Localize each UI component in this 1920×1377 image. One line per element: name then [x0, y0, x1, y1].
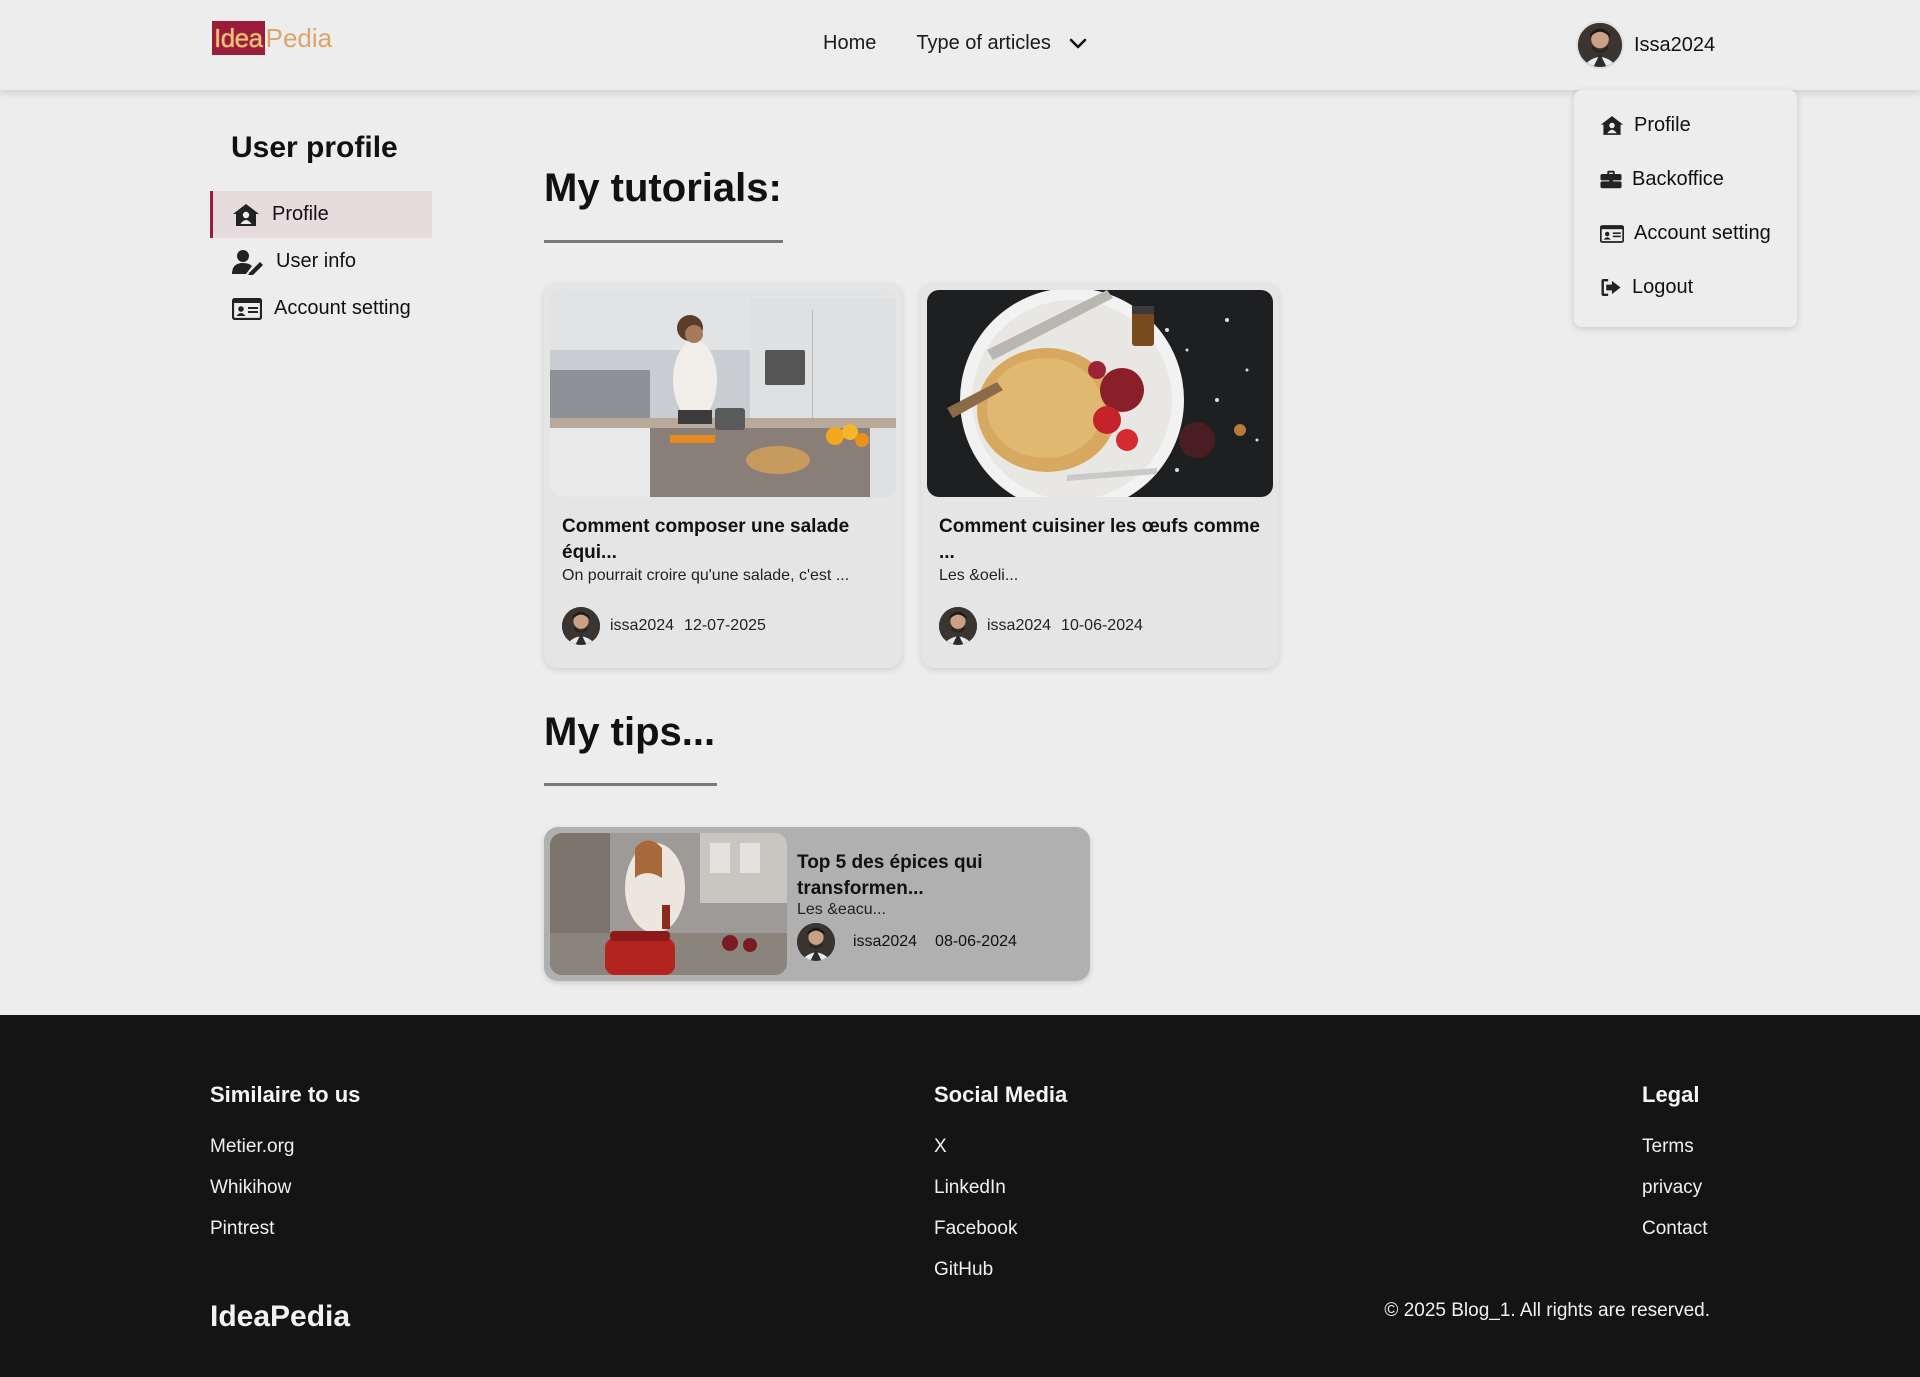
home-user-icon — [1600, 115, 1624, 136]
dropdown-item-logout[interactable]: Logout — [1600, 276, 1693, 299]
footer-link-github[interactable]: GitHub — [934, 1259, 993, 1281]
footer-legal-heading: Legal — [1642, 1082, 1700, 1107]
tip-title[interactable]: Top 5 des épices qui transformen... — [797, 850, 1057, 902]
author-name: issa2024 — [853, 933, 918, 950]
tutorial-meta: issa2024 10-06-2024 — [939, 607, 1143, 645]
user-menu-toggle[interactable]: Issa2024 — [1576, 21, 1715, 69]
tutorials-heading: My tutorials: — [544, 166, 782, 210]
sidebar-item-profile[interactable]: Profile — [210, 191, 432, 238]
nav-articles-link[interactable]: Type of articles — [916, 32, 1051, 55]
publish-date: 08-06-2024 — [935, 933, 1017, 950]
sidebar-item-label: User info — [276, 250, 357, 272]
user-avatar[interactable] — [1576, 21, 1624, 69]
site-footer: Similaire to us Metier.org Whikihow Pint… — [0, 1015, 1920, 1377]
sidebar-item-user-info[interactable]: User info — [210, 238, 432, 285]
tutorial-excerpt: On pourrait croire qu'une salade, c'est … — [562, 567, 850, 584]
dropdown-item-backoffice[interactable]: Backoffice — [1600, 168, 1724, 191]
dropdown-item-account-setting[interactable]: Account setting — [1600, 222, 1771, 245]
tutorial-title[interactable]: Comment cuisiner les œufs comme ... — [939, 514, 1269, 566]
footer-link-contact[interactable]: Contact — [1642, 1218, 1707, 1240]
footer-link-metier[interactable]: Metier.org — [210, 1136, 294, 1158]
tip-meta: issa2024 08-06-2024 — [797, 923, 1017, 961]
sidebar-title: User profile — [231, 131, 398, 164]
sidebar-item-label: Profile — [272, 203, 329, 225]
id-card-icon — [232, 298, 262, 320]
navbar: Idea Pedia Home Type of articles Issa202… — [0, 0, 1920, 90]
dropdown-item-label: Backoffice — [1632, 168, 1724, 190]
tutorial-card[interactable]: Comment composer une salade équi... On p… — [544, 283, 902, 668]
tip-image-spices[interactable] — [550, 833, 787, 975]
home-user-icon — [232, 203, 260, 227]
publish-date: 12-07-2025 — [684, 617, 766, 634]
footer-link-whikihow[interactable]: Whikihow — [210, 1177, 291, 1199]
footer-link-privacy[interactable]: privacy — [1642, 1177, 1702, 1199]
footer-link-x[interactable]: X — [934, 1136, 947, 1158]
main-nav: Home Type of articles — [823, 32, 1087, 55]
footer-similar-heading: Similaire to us — [210, 1082, 361, 1107]
tutorial-image-kitchen[interactable] — [550, 290, 896, 497]
tutorial-image-pancakes[interactable] — [927, 290, 1273, 497]
footer-brand: IdeaPedia — [210, 1300, 351, 1333]
tip-card[interactable]: Top 5 des épices qui transformen... Les … — [544, 827, 1090, 981]
tutorial-excerpt: Les &oeli... — [939, 567, 1019, 584]
tips-heading-underline — [544, 783, 717, 786]
author-name: issa2024 — [610, 617, 675, 634]
dropdown-item-label: Logout — [1632, 276, 1694, 298]
footer-link-linkedin[interactable]: LinkedIn — [934, 1177, 1006, 1199]
user-dropdown-menu: Profile Backoffice Account setting Logou… — [1574, 90, 1797, 327]
sidebar-item-label: Account setting — [274, 297, 411, 319]
logo-idea: Idea — [212, 21, 265, 55]
tip-excerpt: Les &eacu... — [797, 901, 886, 918]
dropdown-item-profile[interactable]: Profile — [1600, 114, 1691, 137]
logo-pedia: Pedia — [265, 23, 333, 53]
footer-copyright: © 2025 Blog_1. All rights are reserved. — [1384, 1300, 1710, 1321]
author-avatar — [562, 607, 600, 645]
footer-link-pintrest[interactable]: Pintrest — [210, 1218, 274, 1240]
tutorial-card[interactable]: Comment cuisiner les œufs comme ... Les … — [921, 283, 1279, 668]
publish-date: 10-06-2024 — [1061, 617, 1143, 634]
id-card-icon — [1600, 225, 1624, 243]
tutorials-heading-underline — [544, 240, 783, 243]
footer-link-terms[interactable]: Terms — [1642, 1136, 1694, 1158]
site-logo[interactable]: Idea Pedia — [212, 20, 332, 56]
author-avatar — [939, 607, 977, 645]
logout-icon — [1600, 278, 1622, 297]
author-avatar — [797, 923, 835, 961]
chevron-down-icon[interactable] — [1069, 38, 1087, 50]
footer-social-heading: Social Media — [934, 1082, 1068, 1107]
tutorial-meta: issa2024 12-07-2025 — [562, 607, 766, 645]
dropdown-item-label: Account setting — [1634, 222, 1771, 244]
tutorial-title[interactable]: Comment composer une salade équi... — [562, 514, 892, 566]
tips-heading: My tips... — [544, 710, 716, 754]
author-name: issa2024 — [987, 617, 1052, 634]
user-name[interactable]: Issa2024 — [1634, 34, 1715, 57]
briefcase-icon — [1600, 170, 1622, 189]
nav-home-link[interactable]: Home — [823, 32, 876, 55]
dropdown-item-label: Profile — [1634, 114, 1691, 136]
footer-link-facebook[interactable]: Facebook — [934, 1218, 1017, 1240]
sidebar-item-account-setting[interactable]: Account setting — [210, 285, 432, 332]
user-edit-icon — [232, 249, 264, 275]
